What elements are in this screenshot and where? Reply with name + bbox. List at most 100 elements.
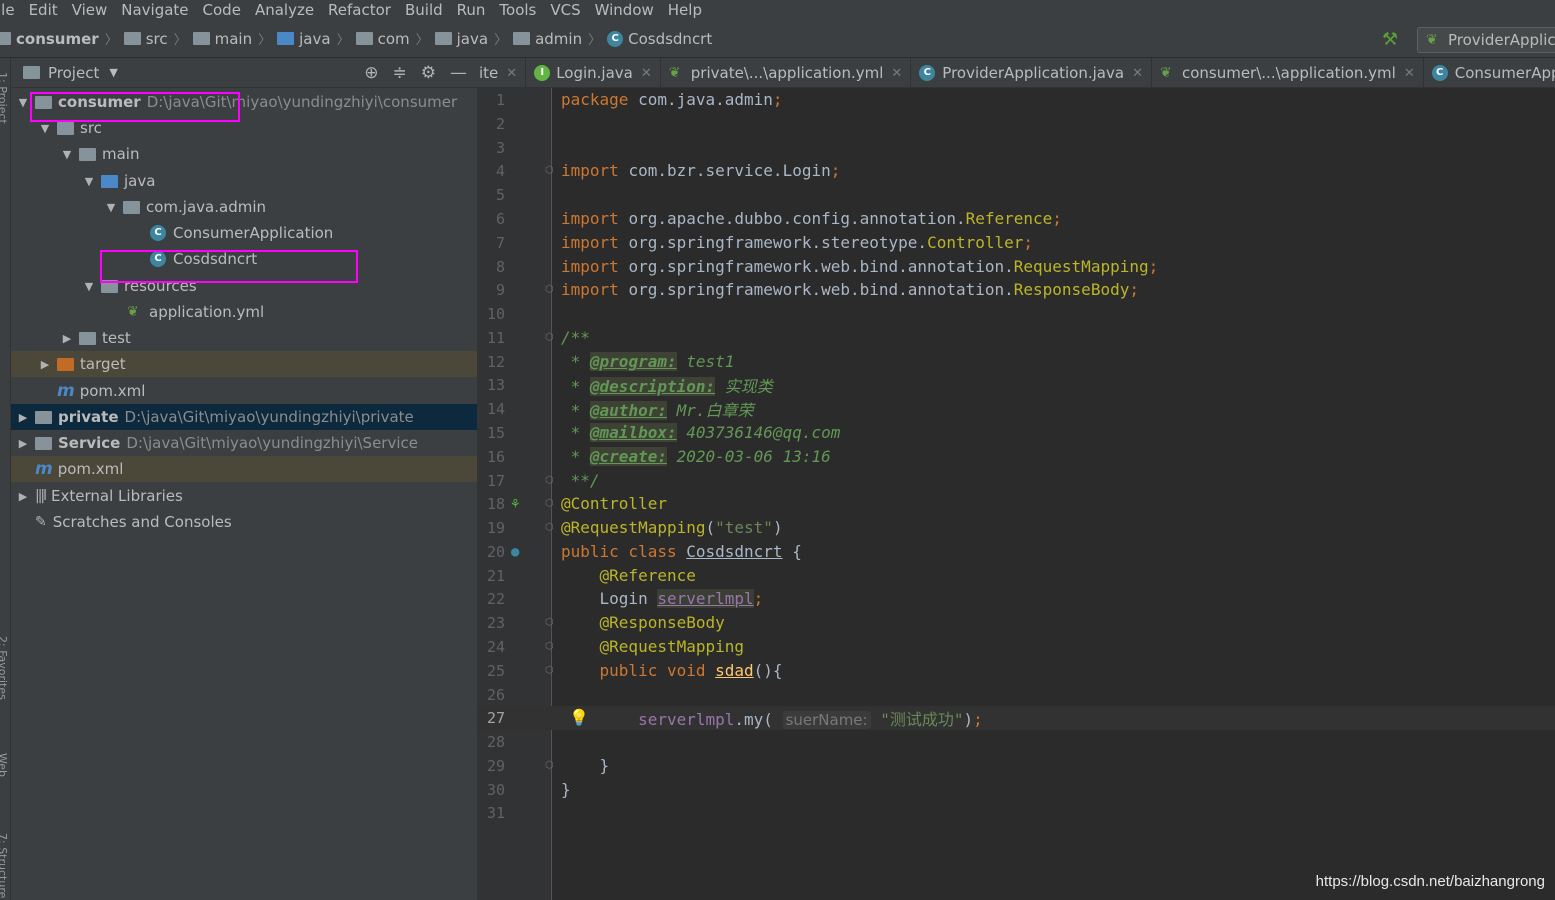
collapse-arrow-icon[interactable]: ▶ [17, 490, 29, 503]
breadcrumb-src[interactable]: src [123, 30, 168, 48]
class-icon: C [607, 30, 624, 47]
menu-vcs[interactable]: VCS [550, 1, 580, 19]
build-hammer-icon[interactable]: ⚒ [1382, 29, 1398, 50]
fold-marker-icon[interactable]: ⬡ [545, 641, 554, 652]
code-line: 21 @Reference [486, 566, 696, 586]
breadcrumb-java-pkg[interactable]: java [434, 30, 488, 48]
fold-marker-icon[interactable]: ⬡ [545, 760, 554, 771]
tab-partial[interactable]: ite ✕ [477, 58, 527, 87]
spring-bean-icon[interactable]: ⚘ [511, 496, 519, 512]
expand-arrow-icon[interactable]: ▼ [105, 201, 117, 214]
tree-item-main[interactable]: ▼ main [11, 141, 477, 167]
tree-item-consumer-application[interactable]: C ConsumerApplication [11, 220, 477, 246]
collapse-arrow-icon[interactable]: ▶ [39, 358, 51, 371]
menu-help[interactable]: Help [668, 1, 702, 19]
fold-marker-icon[interactable]: ⬡ [545, 475, 554, 486]
breadcrumb-java[interactable]: java [277, 30, 331, 48]
collapse-all-icon[interactable]: ≑ [393, 63, 407, 83]
breadcrumb-class[interactable]: C Cosdsdncrt [607, 30, 712, 48]
navigation-bar: consumer 〉 src 〉 main 〉 java 〉 com 〉 jav… [0, 20, 1555, 58]
tree-item-test[interactable]: ▶ test [11, 325, 477, 351]
chevron-right-icon: 〉 [336, 33, 350, 48]
menu-navigate[interactable]: Navigate [121, 1, 188, 19]
spring-class-icon[interactable]: ● [511, 544, 519, 560]
code-line: 18 ⚘ ⬡ @Controller [486, 494, 667, 514]
code-line: 7 import org.springframework.stereotype.… [495, 233, 1034, 253]
fold-marker-icon[interactable]: ⬡ [545, 332, 554, 343]
breadcrumb-main[interactable]: main [192, 30, 252, 48]
collapse-arrow-icon[interactable]: ▶ [17, 411, 29, 424]
expand-arrow-icon[interactable]: ▼ [61, 148, 73, 161]
package-icon [123, 200, 140, 214]
module-folder-icon [35, 410, 52, 424]
fold-marker-icon[interactable]: ⬡ [545, 284, 554, 295]
expand-arrow-icon[interactable]: ▼ [17, 96, 29, 109]
expand-arrow-icon[interactable]: ▼ [83, 175, 95, 188]
tree-item-consumer[interactable]: ▼ consumer D:\java\Git\miyao\yundingzhiy… [11, 89, 477, 115]
tree-item-package[interactable]: ▼ com.java.admin [11, 194, 477, 220]
menu-build[interactable]: Build [405, 1, 443, 19]
tree-item-private[interactable]: ▶ private D:\java\Git\miyao\yundingzhiyi… [11, 404, 477, 430]
project-tool-window-button[interactable]: 1: Project [0, 72, 9, 124]
hide-panel-icon[interactable]: — [450, 63, 467, 83]
menu-refactor[interactable]: Refactor [328, 1, 391, 19]
menu-tools[interactable]: Tools [499, 1, 536, 19]
menu-file[interactable]: ile [0, 1, 15, 19]
tree-item-external-libraries[interactable]: ▶ |||l External Libraries [11, 483, 477, 509]
code-editor[interactable]: 1 package com.java.admin; 2 3 4 ⬡ import… [477, 88, 1555, 900]
project-view-selector[interactable]: Project [48, 64, 99, 82]
breadcrumb-consumer[interactable]: consumer [0, 30, 99, 48]
tab-private-application-yml[interactable]: ❦ private\...\application.yml ✕ [661, 58, 912, 87]
tree-item-application-yml[interactable]: ❦ application.yml [11, 299, 477, 325]
chevron-right-icon: 〉 [588, 33, 602, 48]
structure-tool-window-button[interactable]: 7: Structure [0, 833, 9, 898]
locate-file-icon[interactable]: ⊕ [364, 63, 378, 83]
fold-marker-icon[interactable]: ⬡ [545, 165, 554, 176]
breadcrumb-com[interactable]: com [355, 30, 410, 48]
close-icon[interactable]: ✕ [1404, 66, 1415, 81]
yml-file-icon: ❦ [668, 65, 681, 81]
close-icon[interactable]: ✕ [891, 66, 902, 81]
fold-marker-icon[interactable]: ⬡ [545, 498, 554, 509]
tree-item-target[interactable]: ▶ target [11, 351, 477, 377]
spring-class-icon: C [1431, 65, 1448, 81]
fold-marker-icon[interactable]: ⬡ [545, 522, 554, 533]
fold-marker-icon[interactable]: ⬡ [545, 665, 554, 676]
gear-icon[interactable]: ⚙ [421, 63, 436, 83]
tree-item-scratches[interactable]: ✎ Scratches and Consoles [11, 509, 477, 535]
breadcrumb-admin[interactable]: admin [513, 30, 582, 48]
tree-item-src[interactable]: ▼ src [11, 115, 477, 141]
menu-code[interactable]: Code [203, 1, 241, 19]
expand-arrow-icon[interactable]: ▼ [83, 280, 95, 293]
code-line: 26 [486, 685, 505, 704]
tree-item-service[interactable]: ▶ Service D:\java\Git\miyao\yundingzhiyi… [11, 430, 477, 456]
tree-item-cosdsdncrt[interactable]: C Cosdsdncrt [11, 246, 477, 272]
chevron-right-icon: 〉 [173, 33, 187, 48]
fold-marker-icon[interactable]: ⬡ [545, 617, 554, 628]
tree-item-resources[interactable]: ▼ resources [11, 273, 477, 299]
tree-item-pom-root[interactable]: m pom.xml [11, 456, 477, 482]
tab-consumer-application[interactable]: C ConsumerAppl [1424, 58, 1555, 87]
favorites-tool-window-button[interactable]: 2: Favorites [0, 636, 9, 700]
tree-item-pom-consumer[interactable]: m pom.xml [11, 378, 477, 404]
close-icon[interactable]: ✕ [641, 66, 652, 81]
editor-tab-bar: ite ✕ I Login.java ✕ ❦ private\...\appli… [477, 58, 1555, 88]
tab-provider-application[interactable]: C ProviderApplication.java ✕ [911, 58, 1152, 87]
dropdown-arrow-icon[interactable]: ▼ [109, 66, 117, 79]
menu-edit[interactable]: Edit [29, 1, 58, 19]
menu-window[interactable]: Window [595, 1, 654, 19]
tab-consumer-application-yml[interactable]: ❦ consumer\...\application.yml ✕ [1152, 58, 1424, 87]
collapse-arrow-icon[interactable]: ▶ [17, 437, 29, 450]
close-icon[interactable]: ✕ [506, 66, 517, 81]
tree-item-java[interactable]: ▼ java [11, 168, 477, 194]
tab-login-java[interactable]: I Login.java ✕ [526, 58, 661, 87]
run-configuration-select[interactable]: ❦ ProviderApplic [1417, 27, 1555, 53]
menu-run[interactable]: Run [457, 1, 486, 19]
menu-analyze[interactable]: Analyze [255, 1, 314, 19]
expand-arrow-icon[interactable]: ▼ [39, 122, 51, 135]
interface-icon: I [534, 65, 551, 81]
close-icon[interactable]: ✕ [1132, 66, 1143, 81]
collapse-arrow-icon[interactable]: ▶ [61, 332, 73, 345]
web-tool-window-button[interactable]: Web [0, 753, 9, 777]
menu-view[interactable]: View [72, 1, 108, 19]
